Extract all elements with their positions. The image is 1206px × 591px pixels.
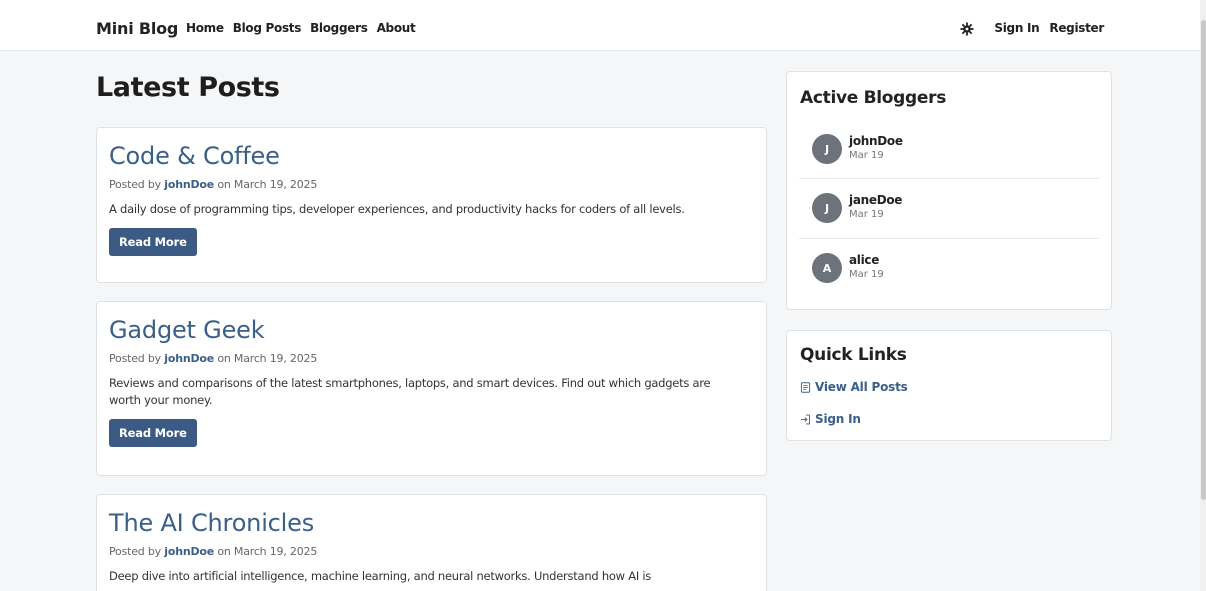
quick-links-card: Quick Links View All Posts Sign In [786, 330, 1112, 441]
document-icon [800, 381, 811, 393]
blogger-name[interactable]: janeDoe [849, 193, 902, 207]
post-author-link[interactable]: johnDoe [164, 352, 214, 365]
nav-sign-in[interactable]: Sign In [994, 21, 1039, 35]
post-excerpt: A daily dose of programming tips, develo… [109, 202, 685, 216]
avatar: J [812, 193, 842, 223]
quick-link-label: View All Posts [815, 380, 908, 394]
nav-register[interactable]: Register [1049, 21, 1104, 35]
theme-toggle-icon[interactable] [960, 21, 974, 36]
blogger-divider [799, 238, 1099, 239]
post-title-link[interactable]: Code & Coffee [109, 142, 754, 170]
post-author-link[interactable]: johnDoe [164, 545, 214, 558]
post-card: The AI Chronicles Posted by johnDoe on M… [96, 494, 767, 591]
post-date: on March 19, 2025 [217, 545, 318, 558]
blogger-divider [799, 178, 1099, 179]
post-meta: Posted by johnDoe on March 19, 2025 [109, 352, 754, 365]
post-meta: Posted by johnDoe on March 19, 2025 [109, 178, 754, 191]
blogger-date: Mar 19 [849, 209, 884, 220]
active-bloggers-card: Active Bloggers J johnDoe Mar 19 J janeD… [786, 71, 1112, 310]
page-title: Latest Posts [96, 72, 280, 103]
post-excerpt: Reviews and comparisons of the latest sm… [109, 376, 711, 407]
avatar: J [812, 134, 842, 164]
posted-by-label: Posted by [109, 352, 161, 365]
brand-logo[interactable]: Mini Blog [96, 19, 178, 38]
nav-about[interactable]: About [377, 21, 416, 35]
blogger-name[interactable]: alice [849, 253, 879, 267]
post-excerpt: Deep dive into artificial intelligence, … [109, 569, 652, 583]
nav-right: Sign In Register [960, 21, 1104, 36]
post-card: Gadget Geek Posted by johnDoe on March 1… [96, 301, 767, 476]
navbar: Mini Blog Home Blog Posts Bloggers About [0, 0, 1200, 51]
blogger-item[interactable]: J johnDoe Mar 19 [799, 131, 1099, 190]
post-title-link[interactable]: The AI Chronicles [109, 509, 754, 537]
nav-bloggers[interactable]: Bloggers [310, 21, 368, 35]
quick-links-title: Quick Links [800, 345, 907, 365]
nav-links: Home Blog Posts Bloggers About [186, 21, 416, 35]
post-author-link[interactable]: johnDoe [164, 178, 214, 191]
active-bloggers-title: Active Bloggers [800, 88, 947, 108]
nav-blog-posts[interactable]: Blog Posts [233, 21, 302, 35]
quick-link-view-all-posts[interactable]: View All Posts [800, 380, 908, 394]
post-title-link[interactable]: Gadget Geek [109, 316, 754, 344]
blogger-name[interactable]: johnDoe [849, 134, 903, 148]
quick-link-label: Sign In [815, 412, 861, 426]
post-date: on March 19, 2025 [217, 178, 318, 191]
post-date: on March 19, 2025 [217, 352, 318, 365]
avatar: A [812, 253, 842, 283]
quick-link-sign-in[interactable]: Sign In [800, 412, 861, 426]
post-card: Code & Coffee Posted by johnDoe on March… [96, 127, 767, 283]
blogger-date: Mar 19 [849, 269, 884, 280]
read-more-button[interactable]: Read More [109, 419, 197, 447]
blogger-date: Mar 19 [849, 150, 884, 161]
nav-home[interactable]: Home [186, 21, 224, 35]
read-more-button[interactable]: Read More [109, 228, 197, 256]
posted-by-label: Posted by [109, 178, 161, 191]
posted-by-label: Posted by [109, 545, 161, 558]
blogger-item[interactable]: A alice Mar 19 [799, 250, 1099, 309]
sign-in-icon [800, 414, 811, 425]
post-meta: Posted by johnDoe on March 19, 2025 [109, 545, 754, 558]
blogger-item[interactable]: J janeDoe Mar 19 [799, 190, 1099, 249]
scrollbar-thumb[interactable] [1201, 20, 1206, 500]
